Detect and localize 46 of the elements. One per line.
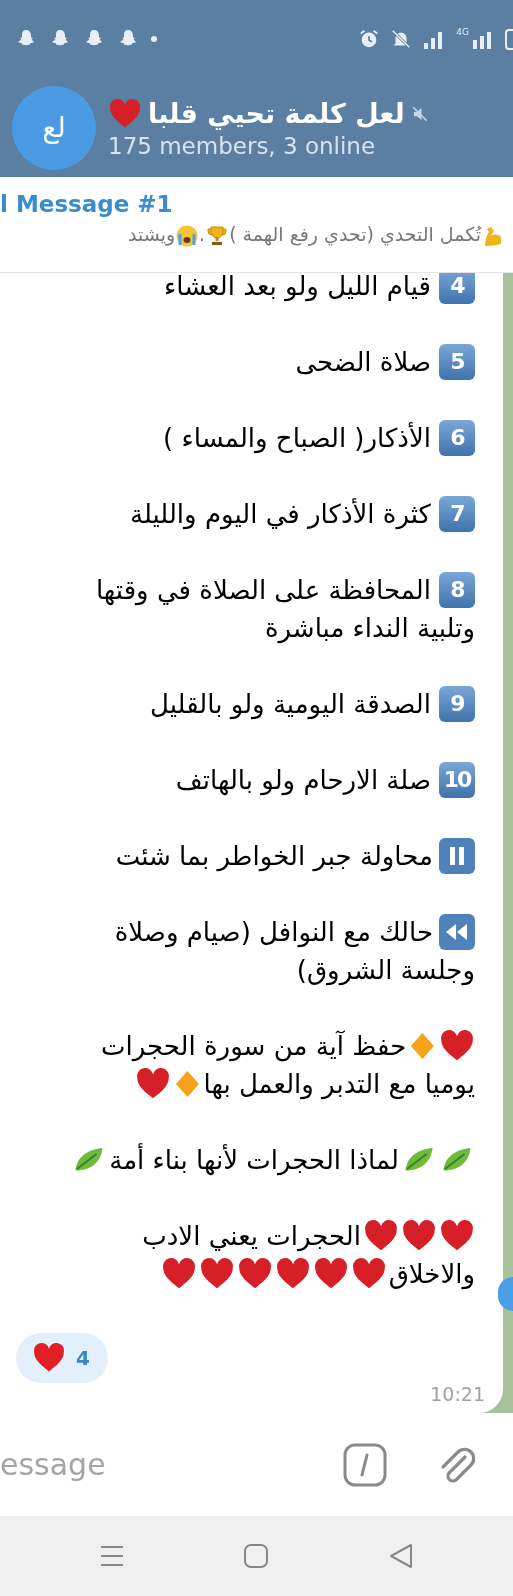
crying-face-icon bbox=[175, 223, 200, 248]
rewind-icon bbox=[439, 914, 475, 950]
reaction-chip[interactable]: 4 bbox=[16, 1333, 108, 1383]
keycap-number: 4 bbox=[439, 273, 475, 304]
message-text: حالك مع النوافل (صيام وصلاة bbox=[114, 916, 433, 950]
keycap-number: 10 bbox=[439, 762, 475, 798]
message-text: قيام الليل ولو بعد العشاء bbox=[164, 273, 431, 304]
pinned-label: l Message #1 bbox=[0, 190, 174, 219]
network-label: 4G bbox=[456, 27, 469, 37]
message-text: يوميا مع التدبر والعمل بها bbox=[203, 1068, 475, 1102]
pinned-text: تُكمل التحدي (تحدي رفع الهمة ) bbox=[229, 223, 481, 245]
slash-command-icon[interactable] bbox=[343, 1442, 387, 1487]
keycap-number: 5 bbox=[439, 344, 475, 380]
keycap-number: 7 bbox=[439, 496, 475, 532]
message-text: حفظ آية من سورة الحجرات bbox=[100, 1029, 407, 1064]
trophy-icon bbox=[205, 223, 230, 248]
message-text: صلاة الضحى bbox=[295, 346, 431, 379]
keycap-number: 9 bbox=[439, 686, 475, 722]
reaction-count: 4 bbox=[76, 1346, 90, 1370]
member-count: 175 members, 3 online bbox=[108, 132, 377, 159]
chat-title: لعل كلمة تحيي قلبا bbox=[148, 98, 405, 129]
message-text: وتلبية النداء مباشرة bbox=[264, 612, 475, 646]
message-text: الصدقة اليومية ولو بالقليل bbox=[150, 688, 431, 722]
group-avatar: لع bbox=[12, 85, 96, 170]
back-icon[interactable] bbox=[387, 1543, 414, 1569]
pinned-text: ويشتد bbox=[127, 223, 176, 245]
message-text: وجلسة الشروق) bbox=[296, 954, 475, 988]
message-text: والاخلاق bbox=[388, 1258, 475, 1292]
message-text: كثرة الأذكار في اليوم والليلة bbox=[129, 497, 431, 532]
dot-icon bbox=[150, 35, 158, 43]
message-text: الأذكار( الصباح والمساء ) bbox=[163, 421, 431, 456]
keycap-number: 8 bbox=[439, 572, 475, 608]
pause-icon bbox=[439, 838, 475, 874]
message-time: 10:21 bbox=[430, 1383, 485, 1405]
battery-icon bbox=[505, 27, 513, 51]
message-input[interactable]: essage bbox=[0, 1447, 295, 1482]
menu-icon[interactable] bbox=[99, 1543, 126, 1569]
keycap-number: 6 bbox=[439, 420, 475, 456]
pinned-text: . bbox=[199, 223, 206, 245]
message-text: لماذا الحجرات لأنها بناء أمة bbox=[109, 1142, 399, 1178]
muted-bell-icon bbox=[390, 28, 413, 50]
message-text: الحجرات يعني الادب bbox=[142, 1220, 361, 1254]
message-text: صلة الارحام ولو بالهاتف bbox=[175, 764, 431, 798]
home-icon[interactable] bbox=[243, 1543, 270, 1569]
message-text: المحافظة على الصلاة في وقتها bbox=[95, 574, 431, 608]
message-text: محاولة جبر الخواطر بما شئت bbox=[115, 840, 433, 874]
